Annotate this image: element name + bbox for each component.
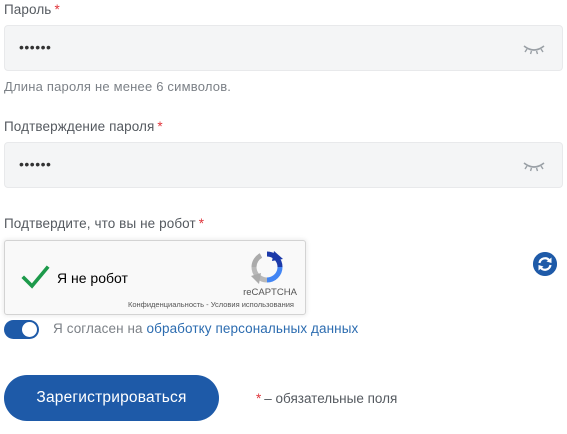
personal-data-link[interactable]: обработку персональных данных xyxy=(147,321,359,336)
required-mark: * xyxy=(256,391,262,406)
legend-text: – обязательные поля xyxy=(264,391,398,406)
toggle-knob xyxy=(22,322,37,337)
required-fields-legend: * – обязательные поля xyxy=(256,391,397,406)
confirm-password-field[interactable]: •••••• xyxy=(4,142,563,188)
password-label: Пароль * xyxy=(4,2,60,17)
confirm-label: Подтверждение пароля * xyxy=(4,119,163,134)
required-mark: * xyxy=(54,2,60,17)
recaptcha-logo xyxy=(251,251,283,284)
registration-form: Пароль * •••••• Длина пароля не менее 6 с… xyxy=(0,0,567,434)
recaptcha-widget: Я не робот reCAPTCHA Конфиденциальность … xyxy=(4,240,306,315)
password-value: •••••• xyxy=(19,39,52,55)
recaptcha-links: Конфиденциальность - Условия использован… xyxy=(128,300,294,309)
eye-closed-icon[interactable] xyxy=(523,160,545,172)
recaptcha-brand: reCAPTCHA xyxy=(243,287,297,298)
confirm-label-text: Подтверждение пароля xyxy=(4,119,155,134)
consent-text: Я согласен на обработку персональных дан… xyxy=(53,321,358,336)
checkmark-icon[interactable] xyxy=(20,262,50,292)
terms-link[interactable]: Условия использования xyxy=(211,300,294,309)
captcha-label: Подтвердите, что вы не робот * xyxy=(4,216,204,231)
password-label-text: Пароль xyxy=(4,2,52,17)
recaptcha-checkbox-label: Я не робот xyxy=(57,270,128,286)
terms-separator: - xyxy=(204,300,211,309)
eye-closed-icon[interactable] xyxy=(523,43,545,55)
confirm-password-value: •••••• xyxy=(19,156,52,172)
password-hint: Длина пароля не менее 6 символов. xyxy=(4,79,232,94)
password-field[interactable]: •••••• xyxy=(4,25,563,71)
refresh-icon[interactable] xyxy=(533,252,557,276)
consent-toggle[interactable] xyxy=(4,320,39,339)
required-mark: * xyxy=(157,119,163,134)
captcha-label-text: Подтвердите, что вы не робот xyxy=(4,216,196,231)
consent-prefix: Я согласен на xyxy=(53,321,147,336)
required-mark: * xyxy=(198,216,205,231)
register-button[interactable]: Зарегистрироваться xyxy=(4,375,219,421)
privacy-link[interactable]: Конфиденциальность xyxy=(128,300,204,309)
